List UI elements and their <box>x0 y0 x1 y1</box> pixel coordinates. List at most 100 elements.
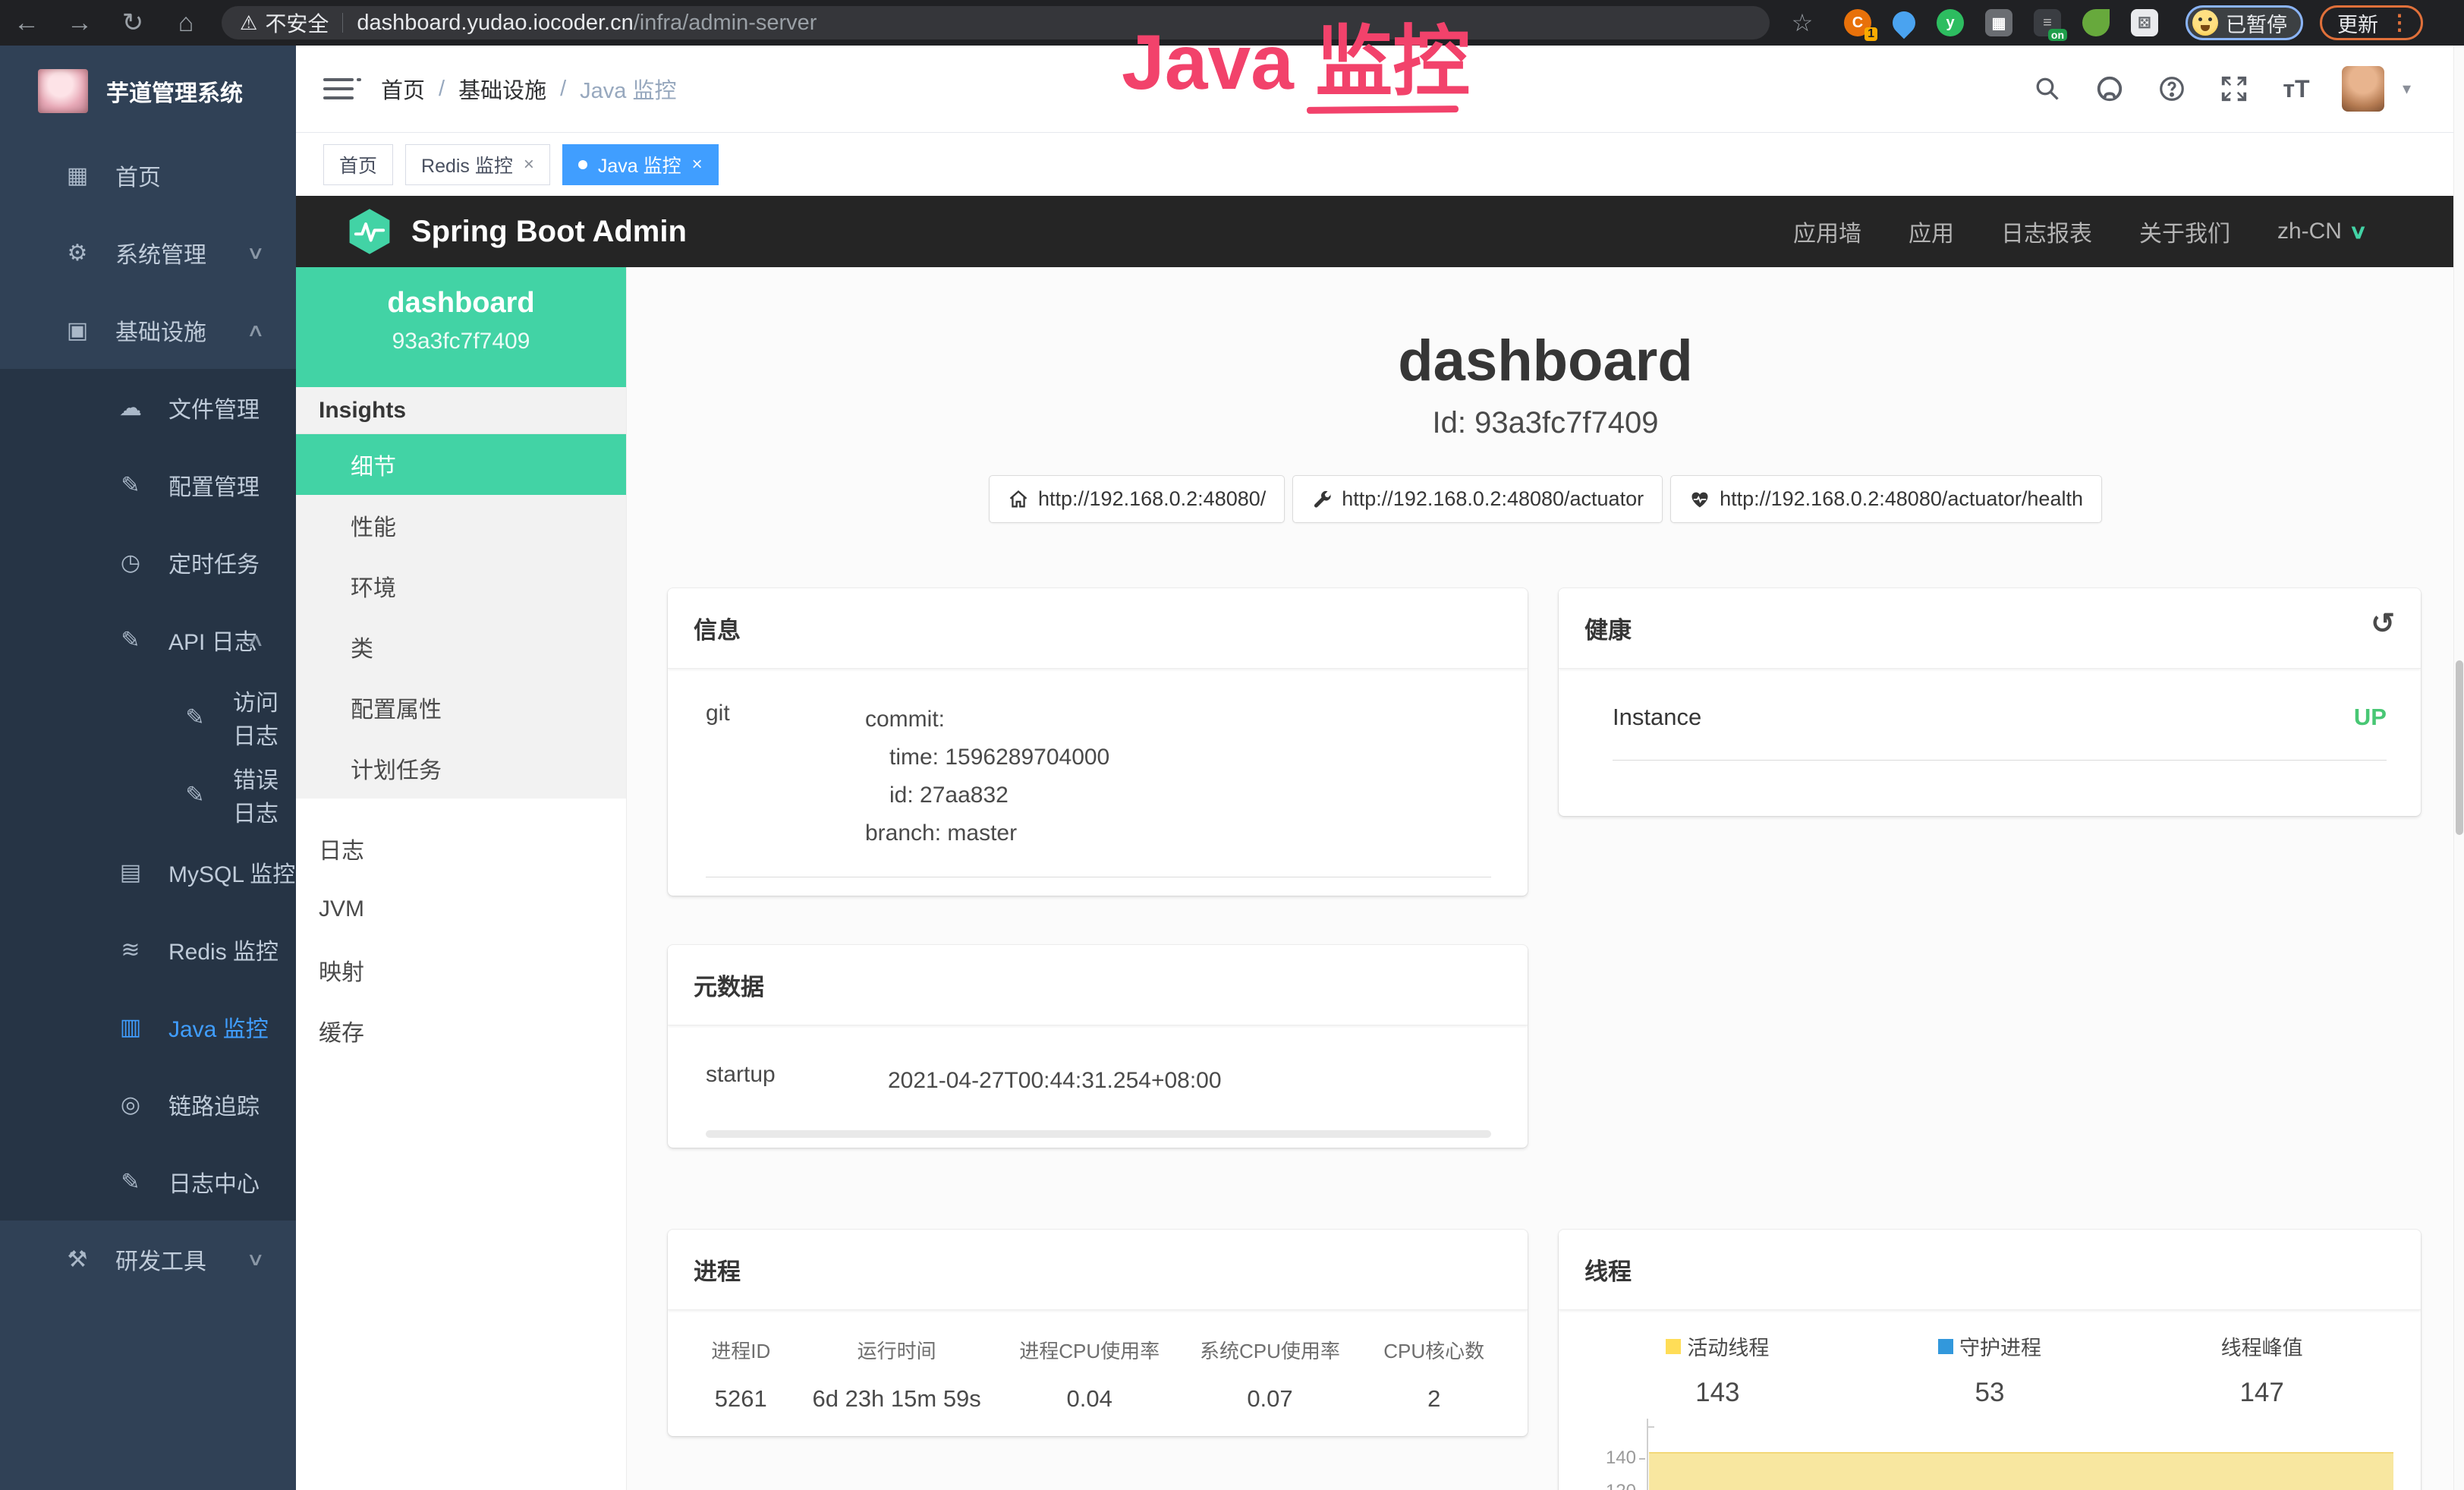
extension-onetab-icon[interactable]: ≡ on <box>2034 9 2061 36</box>
sba-locale-select[interactable]: zh-CN ∨ <box>2277 219 2365 244</box>
sba-instance-header[interactable]: dashboard 93a3fc7f7409 <box>296 267 626 387</box>
url-path[interactable]: /infra/admin-server <box>634 11 817 36</box>
git-time-line: time: 1596289704000 <box>865 739 1491 777</box>
history-icon[interactable]: ↺ <box>2371 606 2395 641</box>
metadata-key: startup <box>706 1062 888 1100</box>
horizontal-scrollbar[interactable] <box>706 1130 1491 1138</box>
sba-item-environment[interactable]: 环境 <box>296 556 626 616</box>
extension-colorpicker-icon[interactable]: C 1 <box>1844 9 1871 36</box>
sidebar-item-file-management[interactable]: ☁ 文件管理 <box>0 369 296 446</box>
sba-item-scheduled-tasks[interactable]: 计划任务 <box>296 738 626 799</box>
help-icon[interactable] <box>2155 72 2189 106</box>
metadata-card-body: startup 2021-04-27T00:44:31.254+08:00 <box>668 1025 1528 1138</box>
health-status-badge: UP <box>2354 704 2387 731</box>
extension-leaf-icon[interactable] <box>2082 9 2110 36</box>
sidebar-item-error-logs[interactable]: ✎ 错误日志 <box>0 756 296 833</box>
endpoint-health-button[interactable]: http://192.168.0.2:48080/actuator/health <box>1670 475 2102 523</box>
extension-pin-icon[interactable] <box>1888 7 1920 39</box>
process-card-body: 进程ID 运行时间 进程CPU使用率 系统CPU使用率 CPU核心数 5261 … <box>668 1310 1528 1413</box>
sba-item-classes[interactable]: 类 <box>296 616 626 677</box>
sidebar-item-log-center[interactable]: ✎ 日志中心 <box>0 1143 296 1221</box>
log-edit-icon: ✎ <box>178 704 212 731</box>
bookmark-star-icon[interactable]: ☆ <box>1783 8 1821 37</box>
health-card-title: 健康 <box>1584 617 1632 644</box>
live-threads-value: 143 <box>1581 1378 1854 1408</box>
sidebar-item-java-monitor[interactable]: ▥ Java 监控 <box>0 988 296 1066</box>
threads-chart: 140 120 100 <box>1581 1419 2398 1490</box>
reload-icon[interactable]: ↻ <box>106 8 159 38</box>
url-host[interactable]: dashboard.yudao.iocoder.cn <box>357 11 633 36</box>
font-size-icon[interactable]: ᴛT <box>2280 72 2313 106</box>
tag-redis-monitor[interactable]: Redis 监控 × <box>405 144 550 185</box>
sba-brand[interactable]: Spring Boot Admin <box>345 206 687 257</box>
app-logo-row[interactable]: 芋道管理系统 <box>0 46 296 137</box>
sidebar-item-home[interactable]: ▦ 首页 <box>0 137 296 214</box>
git-id-line: id: 27aa832 <box>865 777 1491 814</box>
legend-peak-threads[interactable]: 线程峰值 <box>2126 1331 2398 1361</box>
extension-y-icon[interactable]: y <box>1937 9 1964 36</box>
tag-close-icon[interactable]: × <box>524 154 534 175</box>
sidebar-item-label: 链路追踪 <box>168 1088 260 1121</box>
sba-item-config-props[interactable]: 配置属性 <box>296 677 626 738</box>
sidebar-item-access-logs[interactable]: ✎ 访问日志 <box>0 679 296 756</box>
chevron-up-icon: ∧ <box>247 629 266 651</box>
endpoint-url: http://192.168.0.2:48080/ <box>1038 487 1266 511</box>
tag-home[interactable]: 首页 <box>323 144 393 185</box>
sba-item-jvm[interactable]: JVM <box>296 879 626 940</box>
sidebar-item-scheduled-tasks[interactable]: ◷ 定时任务 <box>0 524 296 601</box>
sba-item-logs[interactable]: 日志 <box>296 818 626 879</box>
breadcrumb-infrastructure[interactable]: 基础设施 <box>458 73 546 105</box>
browser-profile-chip[interactable]: 已暂停 <box>2186 5 2303 40</box>
tag-close-icon[interactable]: × <box>692 154 703 175</box>
forward-icon[interactable]: → <box>53 8 106 38</box>
extension-puzzle-icon[interactable]: ⚄ <box>2131 9 2158 36</box>
sidebar-item-config-management[interactable]: ✎ 配置管理 <box>0 446 296 524</box>
sba-link-about[interactable]: 关于我们 <box>2139 215 2230 248</box>
github-icon[interactable] <box>2093 72 2126 106</box>
browser-home-icon[interactable]: ⌂ <box>159 8 212 38</box>
endpoint-actuator-button[interactable]: http://192.168.0.2:48080/actuator <box>1292 475 1663 523</box>
endpoint-home-button[interactable]: http://192.168.0.2:48080/ <box>989 475 1285 523</box>
browser-update-button[interactable]: 更新 ⋮ <box>2320 5 2423 40</box>
page-scrollbar[interactable] <box>2453 46 2464 1490</box>
back-icon[interactable]: ← <box>0 8 53 38</box>
breadcrumb-home[interactable]: 首页 <box>381 73 425 105</box>
sidebar-item-infrastructure[interactable]: ▣ 基础设施 ∧ <box>0 291 296 369</box>
search-icon[interactable] <box>2031 72 2064 106</box>
sidebar-item-mysql-monitor[interactable]: ▤ MySQL 监控 <box>0 833 296 911</box>
legend-daemon-threads[interactable]: 守护进程 <box>1854 1331 2126 1361</box>
collapse-sidebar-icon[interactable] <box>323 72 354 106</box>
sba-link-journal[interactable]: 日志报表 <box>2001 215 2092 248</box>
sba-logo-icon <box>345 206 395 257</box>
sidebar-item-redis-monitor[interactable]: ≋ Redis 监控 <box>0 911 296 988</box>
sba-item-metrics[interactable]: 性能 <box>296 495 626 556</box>
sba-item-mappings[interactable]: 映射 <box>296 940 626 1000</box>
fullscreen-icon[interactable] <box>2217 72 2251 106</box>
log-edit-icon: ✎ <box>178 782 212 808</box>
tag-label: Java 监控 <box>598 151 681 178</box>
not-secure-label[interactable]: 不安全 <box>265 8 329 38</box>
health-instance-label[interactable]: Instance <box>1613 704 1701 731</box>
scrollbar-thumb[interactable] <box>2456 660 2463 835</box>
sidebar-item-system-management[interactable]: ⚙ 系统管理 ∨ <box>0 214 296 291</box>
sidebar-item-tracing[interactable]: ◎ 链路追踪 <box>0 1066 296 1143</box>
sba-content: dashboard Id: 93a3fc7f7409 http://192.16… <box>627 267 2464 1490</box>
sba-item-details[interactable]: 细节 <box>296 434 626 495</box>
browser-menu-icon[interactable]: ⋮ <box>2389 18 2410 27</box>
admin-header: 首页 / 基础设施 / Java 监控 ᴛT <box>296 46 2464 133</box>
sidebar-item-dev-tools[interactable]: ⚒ 研发工具 ∨ <box>0 1221 296 1298</box>
instance-id-subtitle: Id: 93a3fc7f7409 <box>627 406 2464 440</box>
tag-java-monitor[interactable]: Java 监控 × <box>562 144 719 185</box>
legend-live-threads[interactable]: 活动线程 <box>1581 1331 1854 1361</box>
sba-link-wallboard[interactable]: 应用墙 <box>1793 215 1861 248</box>
address-bar[interactable]: ⚠ 不安全 dashboard.yudao.iocoder.cn /infra/… <box>222 6 1770 39</box>
sidebar-item-api-logs[interactable]: ✎ API 日志 ∧ <box>0 601 296 679</box>
avatar-caret-icon[interactable]: ▾ <box>2403 79 2411 99</box>
extension-grid-icon[interactable]: ▦ <box>1985 9 2012 36</box>
sba-link-applications[interactable]: 应用 <box>1909 215 1954 248</box>
sba-sidebar: dashboard 93a3fc7f7409 Insights 细节 性能 环境… <box>296 267 627 1490</box>
sba-insights-label: Insights <box>296 387 626 434</box>
sba-item-caches[interactable]: 缓存 <box>296 1000 626 1061</box>
col-process-cpu: 进程CPU使用率 <box>999 1336 1180 1385</box>
user-avatar[interactable] <box>2342 66 2384 112</box>
